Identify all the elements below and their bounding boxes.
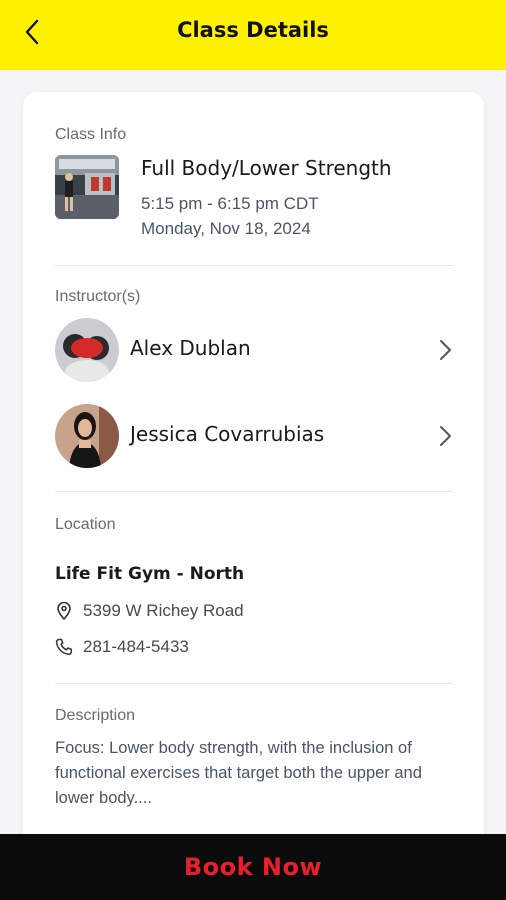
avatar: [55, 318, 119, 382]
page-title: Class Details: [177, 18, 329, 42]
chevron-left-icon: [25, 19, 39, 45]
class-info-label: Class Info: [55, 126, 127, 143]
header-bar: Class Details: [0, 0, 506, 70]
class-name: Full Body/Lower Strength: [141, 156, 392, 180]
divider: [55, 265, 453, 266]
location-pin-icon: [55, 602, 73, 620]
phone-icon: [55, 638, 73, 656]
class-details-card: Class Info Full Body/Lower Strength 5:15…: [23, 92, 484, 852]
chevron-right-icon: [440, 340, 451, 360]
phone-row[interactable]: 281-484-5433: [55, 635, 189, 659]
location-label: Location: [55, 516, 116, 533]
chevron-right-icon: [440, 426, 451, 446]
phone-text: 281-484-5433: [83, 637, 189, 656]
address-row[interactable]: 5399 W Richey Road: [55, 599, 244, 623]
gym-name: Life Fit Gym - North: [55, 564, 245, 584]
divider: [55, 491, 453, 492]
divider: [55, 683, 453, 684]
address-text: 5399 W Richey Road: [83, 601, 244, 620]
class-time: 5:15 pm - 6:15 pm CDT: [141, 194, 319, 213]
instructor-name: Alex Dublan: [130, 336, 251, 360]
avatar: [55, 404, 119, 468]
book-now-label: Book Now: [183, 853, 323, 881]
instructor-name: Jessica Covarrubias: [130, 422, 325, 446]
description-text: Focus: Lower body strength, with the inc…: [55, 739, 422, 807]
class-date: Monday, Nov 18, 2024: [141, 219, 311, 238]
book-now-button[interactable]: Book Now: [0, 834, 506, 900]
instructor-row-jessica[interactable]: Jessica Covarrubias: [55, 404, 455, 470]
instructor-row-alex[interactable]: Alex Dublan: [55, 318, 455, 384]
description-label: Description: [55, 707, 136, 724]
class-thumbnail: [55, 155, 119, 219]
back-button[interactable]: [14, 14, 50, 50]
instructors-label: Instructor(s): [55, 288, 141, 305]
